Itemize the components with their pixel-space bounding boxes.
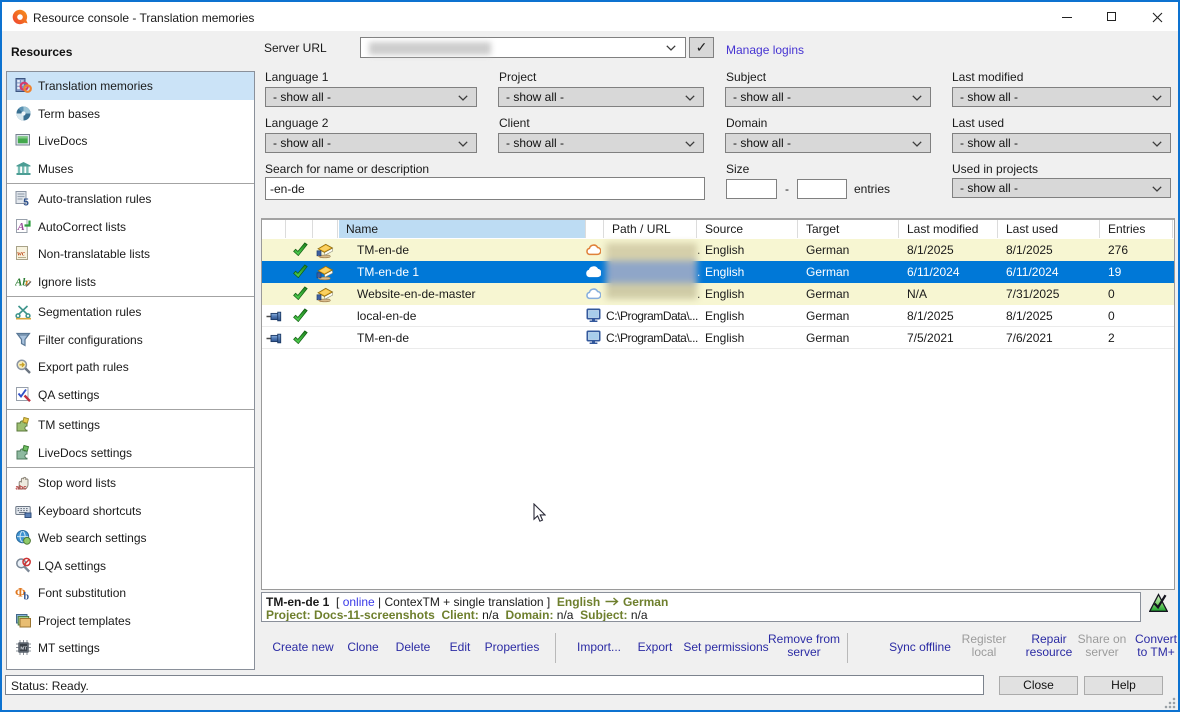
svg-text:b: b <box>24 592 30 602</box>
svg-text:5: 5 <box>23 198 29 208</box>
svg-text:A: A <box>17 222 25 233</box>
svg-text:abc: abc <box>16 485 28 492</box>
svg-text:MT: MT <box>20 645 27 650</box>
svg-text:wc: wc <box>17 250 25 258</box>
